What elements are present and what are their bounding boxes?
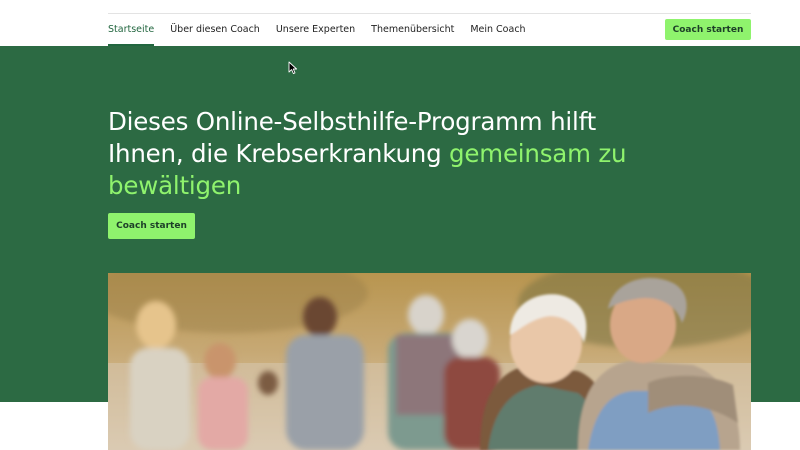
top-navigation-bar: Startseite Über diesen Coach Unsere Expe… <box>0 0 800 46</box>
nav-item-unsere-experten[interactable]: Unsere Experten <box>276 14 355 46</box>
hero-title: Dieses Online-Selbsthilfe-Programm hilft… <box>108 106 668 202</box>
photo-group-seniors-icon <box>108 273 751 450</box>
main-navigation: Startseite Über diesen Coach Unsere Expe… <box>108 14 542 46</box>
hero-photo <box>108 273 751 450</box>
coach-starten-hero-button[interactable]: Coach starten <box>108 213 195 239</box>
nav-item-startseite[interactable]: Startseite <box>108 14 155 46</box>
mouse-cursor-icon <box>288 61 298 75</box>
nav-item-themenuebersicht[interactable]: Themenübersicht <box>371 14 454 46</box>
coach-starten-header-button[interactable]: Coach starten <box>665 19 751 40</box>
nav-item-ueber-diesen-coach[interactable]: Über diesen Coach <box>170 14 260 46</box>
nav-item-mein-coach[interactable]: Mein Coach <box>470 14 525 46</box>
